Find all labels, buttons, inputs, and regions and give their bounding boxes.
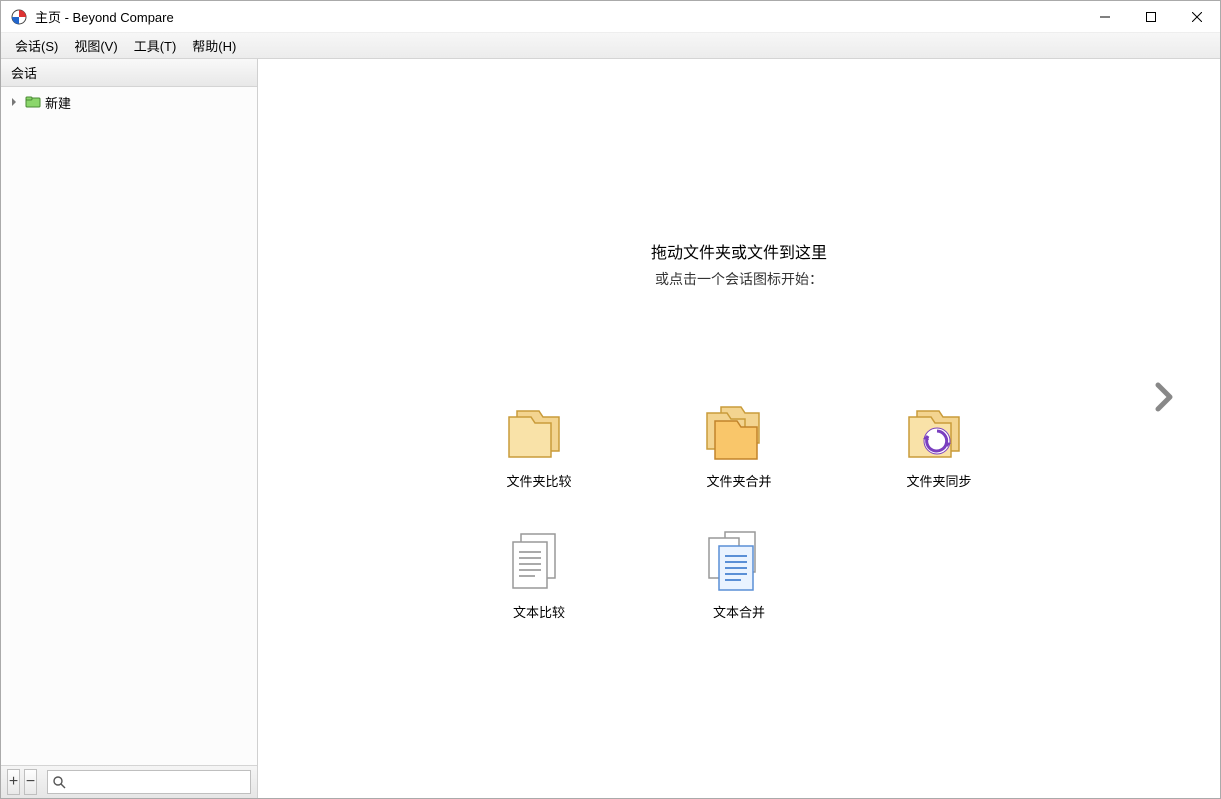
prompt-line-2: 或点击一个会话图标开始：	[258, 269, 1220, 289]
search-icon	[52, 775, 66, 789]
text-compare-icon	[503, 530, 575, 594]
window-maximize-button[interactable]	[1128, 1, 1174, 33]
app-window: 主页 - Beyond Compare 会话(S) 视图(V) 工具(T) 帮助…	[0, 0, 1221, 799]
session-text-merge[interactable]: 文本合并	[694, 530, 784, 621]
next-page-button[interactable]	[1144, 379, 1184, 419]
sidebar-header: 会话	[1, 59, 257, 87]
title-bar: 主页 - Beyond Compare	[1, 1, 1220, 33]
add-session-button[interactable]: +	[7, 769, 20, 795]
folder-merge-icon	[703, 399, 775, 463]
menu-help[interactable]: 帮助(H)	[184, 33, 244, 58]
session-folder-compare[interactable]: 文件夹比较	[494, 399, 584, 490]
sidebar-footer: + −	[1, 765, 257, 798]
search-box[interactable]	[47, 770, 251, 794]
session-folder-sync[interactable]: 文件夹同步	[894, 399, 984, 490]
folder-new-icon	[25, 94, 41, 110]
content-area: 会话 新建 + −	[1, 59, 1220, 798]
text-merge-icon	[703, 530, 775, 594]
sidebar: 会话 新建 + −	[1, 59, 258, 798]
menu-session[interactable]: 会话(S)	[7, 33, 66, 58]
window-minimize-button[interactable]	[1082, 1, 1128, 33]
menu-tools[interactable]: 工具(T)	[126, 33, 185, 58]
window-title: 主页 - Beyond Compare	[35, 7, 174, 26]
session-type-grid: 文件夹比较 文件夹合并	[258, 399, 1220, 621]
menu-bar: 会话(S) 视图(V) 工具(T) 帮助(H)	[1, 33, 1220, 59]
tree-item-new[interactable]: 新建	[1, 91, 257, 113]
session-label: 文件夹合并	[706, 471, 771, 490]
session-label: 文件夹比较	[506, 471, 571, 490]
remove-session-button[interactable]: −	[24, 769, 37, 795]
drop-prompt: 拖动文件夹或文件到这里 或点击一个会话图标开始：	[258, 239, 1220, 289]
search-input[interactable]	[70, 775, 246, 790]
tree-item-label: 新建	[45, 93, 71, 112]
session-label: 文件夹同步	[906, 471, 971, 490]
prompt-line-1: 拖动文件夹或文件到这里	[258, 239, 1220, 263]
menu-view[interactable]: 视图(V)	[66, 33, 125, 58]
app-icon	[11, 9, 27, 25]
folder-compare-icon	[503, 399, 575, 463]
chevron-right-icon	[1148, 381, 1180, 418]
session-label: 文本合并	[713, 602, 765, 621]
folder-sync-icon	[903, 399, 975, 463]
window-close-button[interactable]	[1174, 1, 1220, 33]
home-panel: 拖动文件夹或文件到这里 或点击一个会话图标开始：	[258, 59, 1220, 798]
session-label: 文本比较	[513, 602, 565, 621]
session-folder-merge[interactable]: 文件夹合并	[694, 399, 784, 490]
sessions-tree[interactable]: 新建	[1, 87, 257, 765]
chevron-right-icon[interactable]	[7, 95, 21, 109]
session-text-compare[interactable]: 文本比较	[494, 530, 584, 621]
